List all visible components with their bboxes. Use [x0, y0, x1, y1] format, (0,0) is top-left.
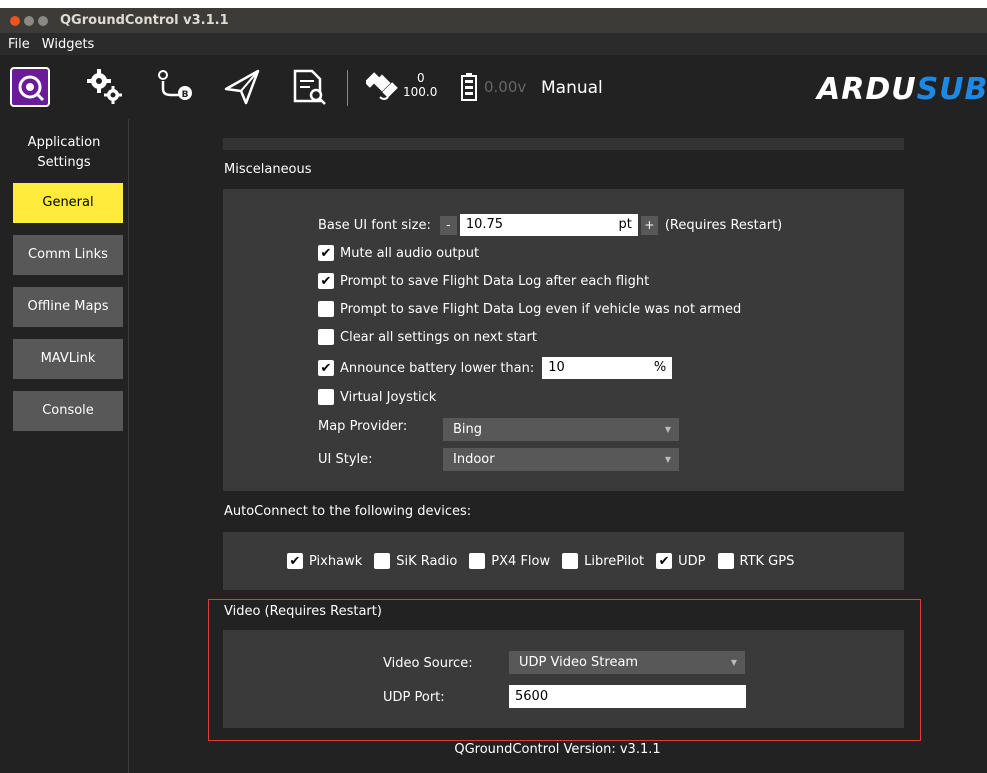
ui-style-dropdown[interactable]: Indoor ▼	[443, 448, 679, 471]
battery-icon[interactable]	[460, 67, 478, 107]
sidebar-item-mavlink[interactable]: MAVLink	[13, 339, 123, 379]
prompt-save-unarmed-checkbox[interactable]	[318, 301, 334, 317]
settings-sidebar: Application Settings General Comm Links …	[0, 119, 129, 773]
map-provider-label: Map Provider:	[318, 419, 408, 434]
video-source-dropdown[interactable]: UDP Video Stream ▼	[509, 651, 745, 674]
svg-text:B: B	[182, 90, 189, 100]
sidebar-item-offline-maps[interactable]: Offline Maps	[13, 287, 123, 327]
scrolled-panel-edge	[223, 138, 904, 150]
autoconnect-devices: ✔ Pixhawk SiK Radio PX4 Flow LibrePilot …	[287, 553, 794, 569]
clear-settings-checkbox[interactable]	[318, 329, 334, 345]
sidebar-header: Application Settings	[27, 135, 101, 170]
video-panel	[223, 630, 904, 728]
mute-audio-row[interactable]: ✔ Mute all audio output	[318, 245, 479, 261]
analyze-document-icon[interactable]	[290, 67, 330, 107]
autoconnect-section-title: AutoConnect to the following devices:	[224, 504, 472, 519]
main-toolbar: B 0 100.0 0.00v Manual ARDUSUB	[0, 55, 987, 119]
app-logo-icon[interactable]	[10, 67, 50, 107]
settings-gears-icon[interactable]	[85, 67, 125, 107]
clear-settings-row[interactable]: Clear all settings on next start	[318, 329, 537, 345]
font-size-label: Base UI font size:	[318, 217, 431, 233]
menu-file[interactable]: File	[8, 37, 30, 52]
window-titlebar: QGroundControl v3.1.1	[0, 8, 987, 33]
virtual-joystick-checkbox[interactable]	[318, 389, 334, 405]
gps-satellite-count: 0	[417, 71, 425, 85]
font-size-decrease-button[interactable]: -	[439, 215, 457, 235]
video-section-title: Video (Requires Restart)	[224, 604, 382, 619]
mute-audio-checkbox[interactable]: ✔	[318, 245, 334, 261]
fly-paper-plane-icon[interactable]	[222, 67, 262, 107]
sidebar-item-comm-links[interactable]: Comm Links	[13, 235, 123, 275]
font-size-note: (Requires Restart)	[664, 217, 783, 233]
sik-radio-checkbox[interactable]	[374, 553, 391, 569]
battery-threshold-input[interactable]: 10%	[542, 357, 673, 379]
prompt-save-log-checkbox[interactable]: ✔	[318, 273, 334, 289]
misc-section-title: Miscelaneous	[224, 162, 312, 177]
px4-flow-checkbox[interactable]	[469, 553, 486, 569]
font-size-input[interactable]: 10.75 pt	[459, 214, 638, 236]
udp-checkbox[interactable]: ✔	[656, 553, 673, 569]
maximize-window-button[interactable]	[38, 15, 48, 26]
ui-style-label: UI Style:	[318, 452, 373, 467]
battery-announce-label: Announce battery lower than:	[340, 360, 535, 376]
screen-top-strip	[0, 0, 987, 8]
video-source-label: Video Source:	[383, 656, 473, 671]
sidebar-item-console[interactable]: Console	[13, 391, 123, 431]
battery-announce-row: ✔ Announce battery lower than: 10%	[318, 357, 673, 379]
pixhawk-checkbox[interactable]: ✔	[287, 553, 303, 569]
menubar: File Widgets	[0, 33, 987, 55]
battery-announce-checkbox[interactable]: ✔	[318, 360, 334, 376]
chevron-down-icon: ▼	[730, 658, 737, 667]
window-title: QGroundControl v3.1.1	[60, 13, 229, 28]
prompt-save-log-row[interactable]: ✔ Prompt to save Flight Data Log after e…	[318, 273, 649, 289]
udp-port-input[interactable]: 5600	[509, 685, 746, 708]
flight-mode-selector[interactable]: Manual	[541, 78, 603, 98]
version-label: QGroundControl Version: v3.1.1	[454, 742, 661, 757]
chevron-down-icon: ▼	[664, 455, 671, 464]
librepilot-checkbox[interactable]	[562, 553, 579, 569]
udp-port-label: UDP Port:	[383, 690, 445, 705]
sidebar-item-general[interactable]: General	[13, 183, 123, 223]
ardusub-logo: ARDUSUB	[817, 72, 987, 107]
prompt-save-unarmed-row[interactable]: Prompt to save Flight Data Log even if v…	[318, 301, 741, 317]
menu-widgets[interactable]: Widgets	[42, 37, 95, 52]
toolbar-separator	[347, 70, 348, 106]
font-size-row: Base UI font size: - 10.75 pt + (Requires…	[318, 214, 782, 236]
map-provider-dropdown[interactable]: Bing ▼	[443, 418, 679, 441]
font-size-increase-button[interactable]: +	[640, 215, 658, 235]
minimize-window-button[interactable]	[24, 15, 34, 26]
virtual-joystick-row[interactable]: Virtual Joystick	[318, 389, 436, 405]
rtk-gps-checkbox[interactable]	[717, 553, 734, 569]
battery-voltage: 0.00v	[484, 78, 527, 96]
gps-hdop-value: 100.0	[403, 85, 438, 99]
gps-satellite-icon[interactable]	[364, 67, 400, 107]
plan-route-icon[interactable]: B	[155, 67, 195, 107]
close-window-button[interactable]	[10, 15, 20, 26]
chevron-down-icon: ▼	[664, 425, 671, 434]
